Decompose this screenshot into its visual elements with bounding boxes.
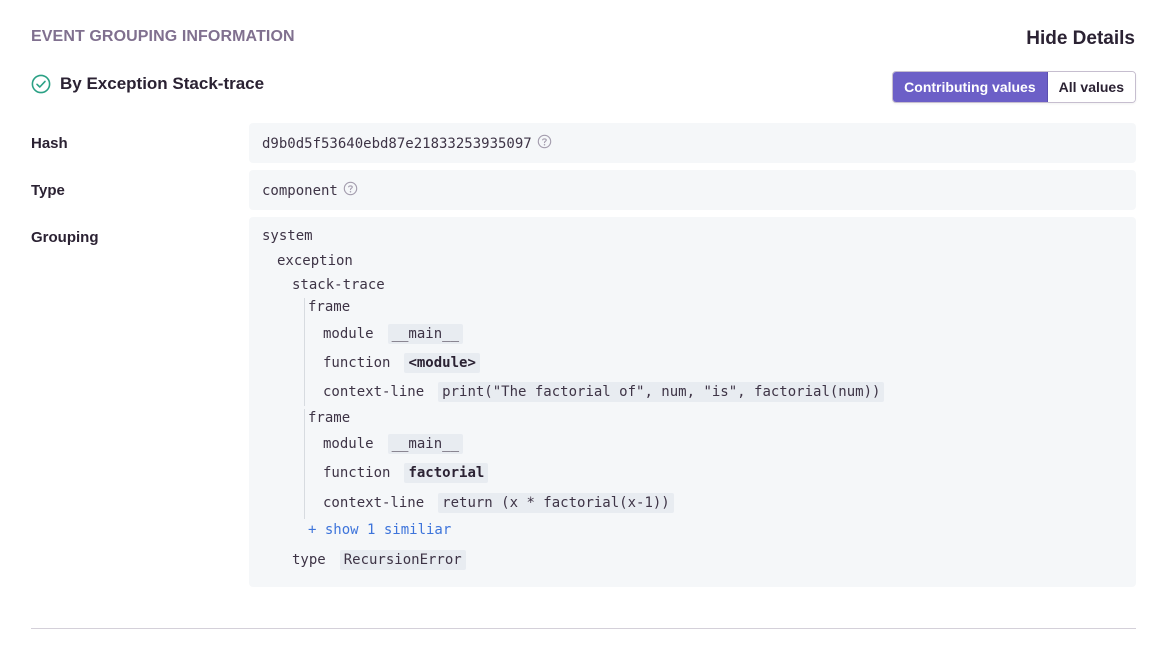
variant-label: By Exception Stack-trace	[60, 74, 265, 93]
hide-details-button[interactable]: Hide Details	[1026, 28, 1135, 50]
show-similar-link[interactable]: + show 1 similiar	[308, 522, 451, 538]
frame-function-row: function factorial	[323, 463, 489, 483]
frame-function-key: function	[323, 355, 391, 371]
type-value-box: component	[249, 170, 1136, 210]
tree-node-frame: frame	[308, 410, 351, 426]
frame-function-value: <module>	[404, 353, 480, 373]
tree-node-stack-trace: stack-trace	[292, 277, 385, 293]
variant-title: By Exception Stack-trace	[31, 74, 264, 94]
frame-border	[304, 409, 305, 519]
frame-border	[304, 298, 305, 406]
grouping-label: Grouping	[31, 229, 99, 246]
frame-module-row: module __main__	[323, 324, 464, 344]
hash-value-box: d9b0d5f53640ebd87e21833253935097	[249, 123, 1136, 163]
frame-context-line-value: print("The factorial of", num, "is", fac…	[438, 382, 885, 402]
hash-value: d9b0d5f53640ebd87e21833253935097	[262, 135, 532, 152]
frame-function-row: function <module>	[323, 353, 480, 373]
frame-context-line-key: context-line	[323, 495, 425, 511]
frame-context-line-row: context-line return (x * factorial(x-1))	[323, 493, 674, 513]
question-circle-icon[interactable]	[343, 181, 358, 200]
tree-node-frame: frame	[308, 299, 351, 315]
frame-module-key: module	[323, 326, 374, 342]
frame-module-value: __main__	[387, 434, 464, 454]
exception-type-row: type RecursionError	[292, 550, 466, 570]
tree-node-exception: exception	[277, 253, 353, 269]
type-value: component	[262, 182, 338, 199]
values-toggle: Contributing values All values	[892, 71, 1136, 103]
exception-type-key: type	[292, 552, 326, 568]
frame-function-value: factorial	[404, 463, 489, 483]
frame-context-line-value: return (x * factorial(x-1))	[438, 493, 674, 513]
section-divider	[31, 628, 1136, 629]
frame-module-value: __main__	[387, 324, 464, 344]
frame-function-key: function	[323, 465, 391, 481]
section-title: EVENT GROUPING INFORMATION	[31, 28, 295, 45]
frame-module-key: module	[323, 436, 374, 452]
check-circle-icon	[31, 74, 51, 94]
tree-node-system: system	[262, 228, 313, 244]
frame-module-row: module __main__	[323, 434, 464, 454]
contributing-values-button[interactable]: Contributing values	[893, 72, 1048, 102]
question-circle-icon[interactable]	[537, 134, 552, 153]
hash-label: Hash	[31, 135, 68, 152]
exception-type-value: RecursionError	[339, 550, 466, 570]
frame-context-line-key: context-line	[323, 384, 425, 400]
all-values-button[interactable]: All values	[1047, 72, 1135, 102]
type-label: Type	[31, 182, 65, 199]
frame-context-line-row: context-line print("The factorial of", n…	[323, 382, 885, 402]
